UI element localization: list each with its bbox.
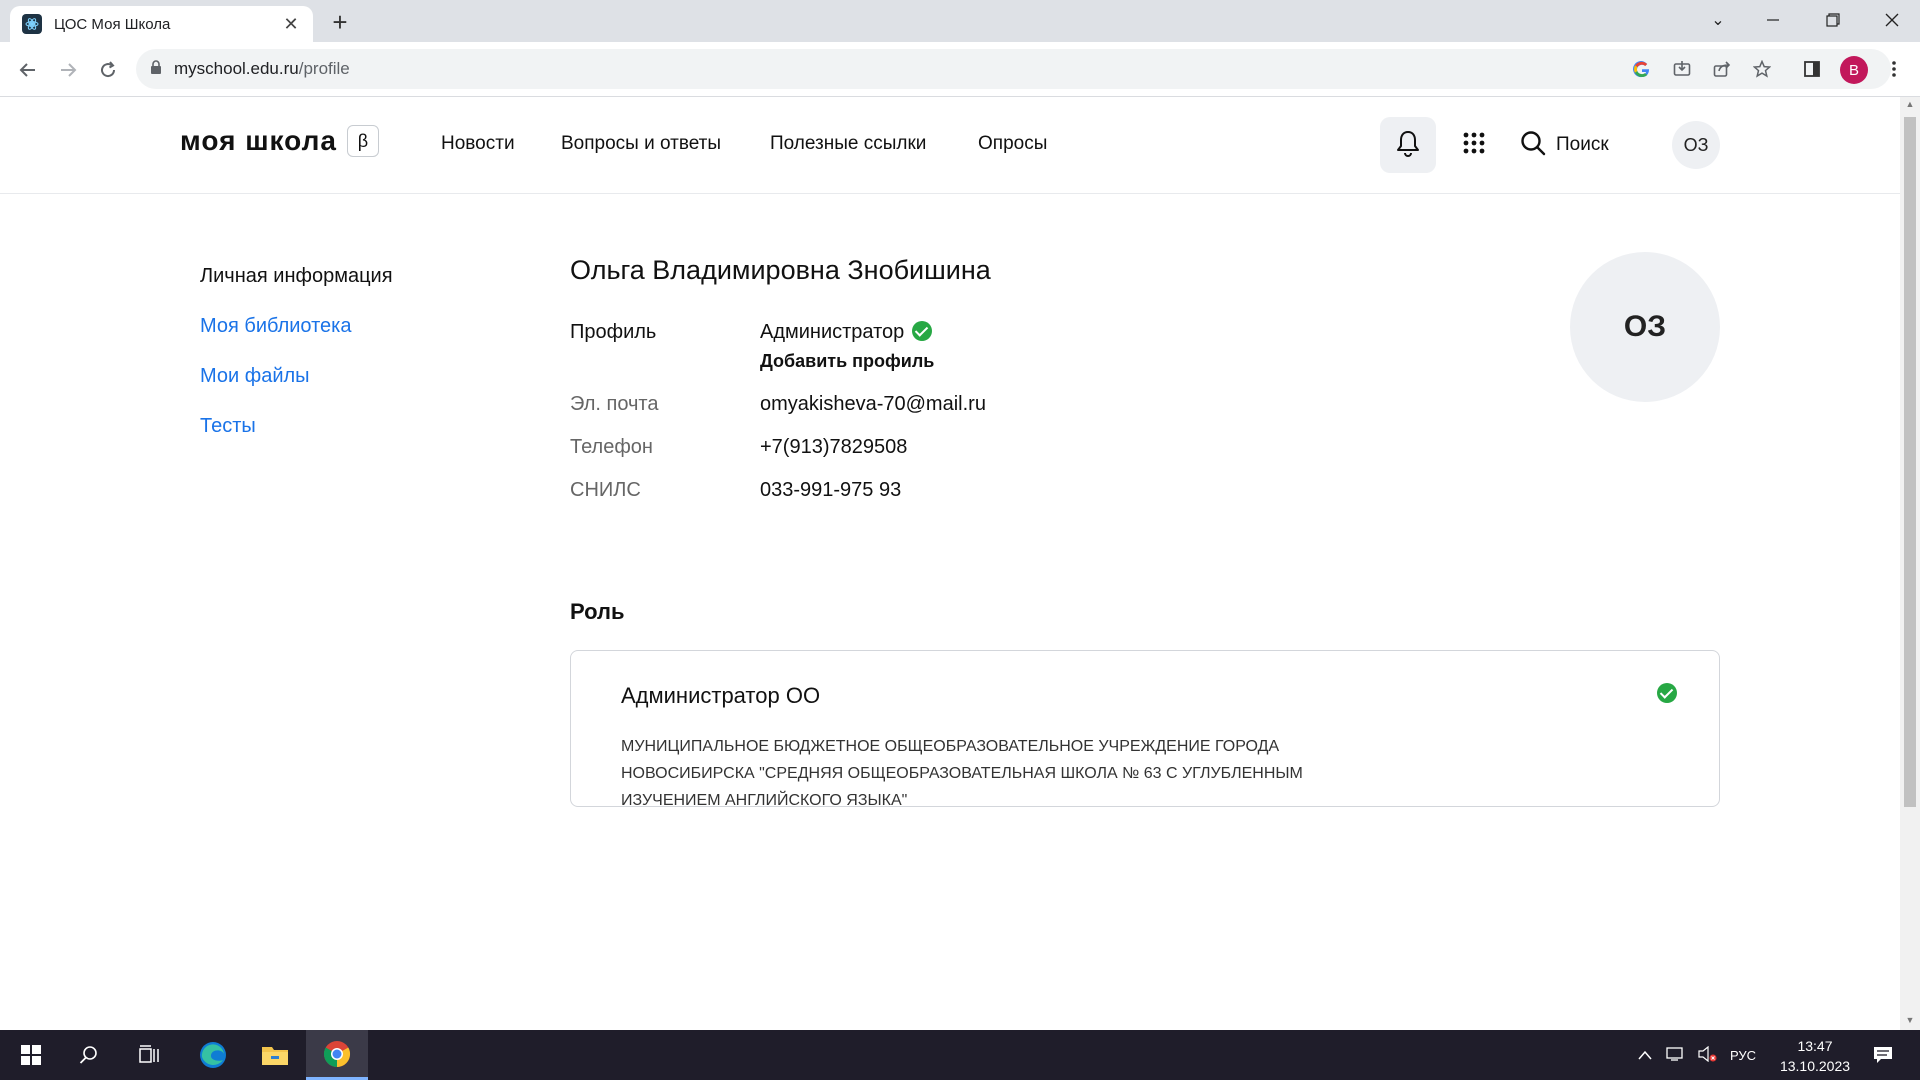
chrome-taskbar-icon[interactable] <box>306 1030 368 1080</box>
windows-taskbar: РУС 13:47 13.10.2023 <box>0 1030 1920 1080</box>
email-label: Эл. почта <box>570 393 659 415</box>
user-avatar-button[interactable]: ОЗ <box>1672 121 1720 169</box>
network-icon[interactable] <box>1666 1046 1686 1065</box>
nav-surveys[interactable]: Опросы <box>978 133 1047 155</box>
email-value: omyakisheva-70@mail.ru <box>760 393 986 415</box>
google-icon[interactable] <box>1628 55 1656 83</box>
lock-icon[interactable] <box>150 59 162 79</box>
profile-sidebar: Личная информация Моя библиотека Мои фай… <box>200 265 393 465</box>
profile-info: Ольга Владимировна Знобишина Профиль Адм… <box>570 255 1720 501</box>
tab-close-icon[interactable]: ✕ <box>281 14 301 35</box>
bookmark-star-icon[interactable] <box>1748 55 1776 83</box>
beta-badge: β <box>346 125 379 157</box>
site-header: моя школа β Новости Вопросы и ответы Пол… <box>0 97 1900 194</box>
browser-toolbar: myschool.edu.ru/profile B <box>0 42 1920 97</box>
role-card: Администратор ОО МУНИЦИПАЛЬНОЕ БЮДЖЕТНОЕ… <box>570 650 1720 809</box>
profile-avatar[interactable]: ОЗ <box>1570 252 1720 402</box>
new-tab-button[interactable]: + <box>326 8 354 36</box>
role-organization: МУНИЦИПАЛЬНОЕ БЮДЖЕТНОЕ ОБЩЕОБРАЗОВАТЕЛЬ… <box>621 738 1303 809</box>
minimize-button[interactable] <box>1745 0 1801 40</box>
sidebar-item-my-library[interactable]: Моя библиотека <box>200 315 393 341</box>
browser-menu-icon[interactable] <box>1880 55 1908 83</box>
search-icon <box>1520 130 1546 161</box>
phone-value: +7(913)7829508 <box>760 436 908 458</box>
side-panel-icon[interactable] <box>1798 55 1826 83</box>
scrollbar-thumb[interactable] <box>1904 117 1916 807</box>
notifications-center-icon[interactable] <box>1856 1030 1910 1080</box>
site-logo[interactable]: моя школа β <box>180 125 379 157</box>
install-app-icon[interactable] <box>1668 55 1696 83</box>
volume-muted-icon[interactable] <box>1698 1045 1718 1065</box>
bell-icon <box>1395 129 1421 162</box>
tab-search-chevron-icon[interactable]: ⌄ <box>1690 0 1746 40</box>
browser-tab-strip: ЦОС Моя Школа ✕ + ⌄ <box>0 0 1920 42</box>
file-explorer-icon[interactable] <box>248 1030 302 1080</box>
sidebar-item-personal-info[interactable]: Личная информация <box>200 265 393 291</box>
nav-useful-links[interactable]: Полезные ссылки <box>770 133 926 155</box>
notifications-button[interactable] <box>1380 117 1436 173</box>
tab-title: ЦОС Моя Школа <box>54 15 171 33</box>
edge-icon[interactable] <box>186 1030 240 1080</box>
site-favicon-icon <box>22 14 42 34</box>
scroll-up-icon[interactable]: ▲ <box>1904 99 1916 111</box>
sidebar-item-my-files[interactable]: Мои файлы <box>200 365 393 391</box>
role-verified-check-icon <box>1657 683 1677 703</box>
taskbar-search-icon[interactable] <box>62 1030 116 1080</box>
share-icon[interactable] <box>1708 55 1736 83</box>
role-heading: Роль <box>570 599 625 624</box>
snils-label: СНИЛС <box>570 479 641 501</box>
system-tray: РУС <box>1638 1030 1756 1080</box>
browser-profile-avatar[interactable]: B <box>1840 56 1868 84</box>
start-button[interactable] <box>4 1030 58 1080</box>
search-label: Поиск <box>1556 134 1609 155</box>
add-profile-link[interactable]: Добавить профиль <box>760 351 934 372</box>
task-view-icon[interactable] <box>122 1030 176 1080</box>
nav-faq[interactable]: Вопросы и ответы <box>561 133 721 155</box>
role-title: Администратор ОО <box>621 683 821 708</box>
tray-chevron-up-icon[interactable] <box>1638 1048 1652 1063</box>
page-scrollbar[interactable]: ▲ ▼ <box>1900 97 1920 1030</box>
browser-tab[interactable]: ЦОС Моя Школа ✕ <box>10 6 313 42</box>
snils-value: 033-991-975 93 <box>760 479 902 501</box>
apps-button[interactable] <box>1450 121 1498 169</box>
clock-date: 13.10.2023 <box>1779 1058 1851 1074</box>
user-full-name: Ольга Владимировна Знобишина <box>570 255 991 285</box>
page-viewport: моя школа β Новости Вопросы и ответы Пол… <box>0 97 1900 1030</box>
profile-label: Профиль <box>570 321 657 343</box>
forward-button[interactable] <box>52 54 84 86</box>
restore-button[interactable] <box>1805 0 1861 40</box>
scroll-down-icon[interactable]: ▼ <box>1904 1015 1916 1027</box>
taskbar-clock[interactable]: 13:47 13.10.2023 <box>1765 1036 1865 1076</box>
verified-check-icon <box>912 321 933 341</box>
url-text[interactable]: myschool.edu.ru/profile <box>174 59 350 79</box>
close-window-button[interactable] <box>1864 0 1920 40</box>
back-button[interactable] <box>12 54 44 86</box>
apps-grid-icon <box>1463 132 1485 159</box>
nav-news[interactable]: Новости <box>441 133 515 155</box>
reload-button[interactable] <box>92 54 124 86</box>
keyboard-language[interactable]: РУС <box>1730 1048 1756 1063</box>
search-button[interactable]: Поиск <box>1520 121 1609 169</box>
profile-value: Администратор <box>760 321 933 344</box>
sidebar-item-tests[interactable]: Тесты <box>200 415 393 441</box>
logo-text: моя школа <box>180 125 337 156</box>
clock-time: 13:47 <box>1797 1038 1833 1054</box>
phone-label: Телефон <box>570 436 653 458</box>
